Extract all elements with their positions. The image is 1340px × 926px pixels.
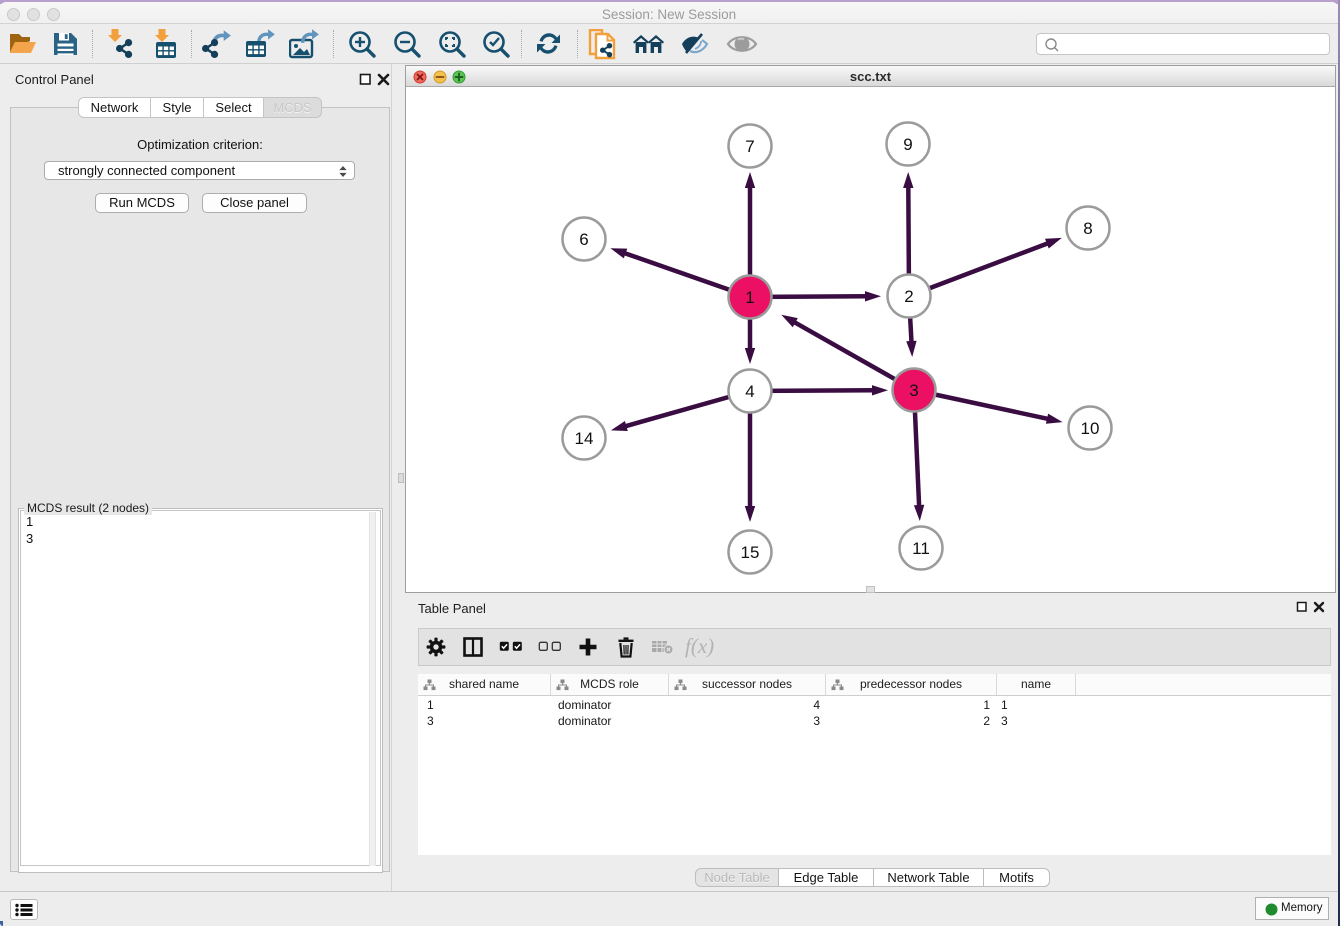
svg-text:4: 4	[745, 382, 754, 401]
svg-text:2: 2	[904, 287, 913, 306]
svg-text:3: 3	[909, 381, 918, 400]
svg-text:9: 9	[903, 135, 912, 154]
svg-text:11: 11	[912, 539, 930, 558]
svg-text:6: 6	[579, 230, 588, 249]
svg-text:15: 15	[741, 543, 760, 562]
svg-text:1: 1	[745, 288, 754, 307]
svg-text:7: 7	[745, 137, 754, 156]
svg-text:14: 14	[575, 429, 594, 448]
svg-text:8: 8	[1083, 219, 1092, 238]
svg-text:10: 10	[1081, 419, 1100, 438]
